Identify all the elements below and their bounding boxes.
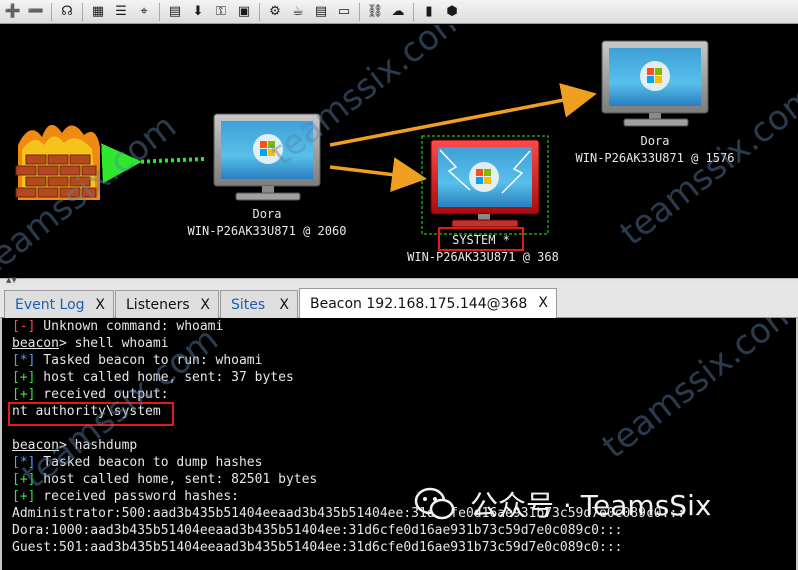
graph-view-icon[interactable]: ▦ <box>88 2 108 22</box>
tab-sites[interactable]: Sites X <box>220 290 298 318</box>
toolbar-separator <box>82 2 83 21</box>
download-icon[interactable]: ⬇ <box>188 2 208 22</box>
node-1576-detail: WIN-P26AK33U871 @ 1576 <box>575 151 735 165</box>
tab-beacon[interactable]: Beacon 192.168.175.144@368 X <box>299 288 557 319</box>
tab-event-log[interactable]: Event Log X <box>4 290 114 318</box>
tab-listeners[interactable]: Listeners X <box>115 290 219 318</box>
target-icon[interactable]: ⌖ <box>134 2 154 22</box>
headphones-icon[interactable]: ☊ <box>57 2 77 22</box>
toolbar: ➕ ➖ ☊ ▦ ☰ ⌖ ▤ ⬇ ⚿ ▣ ⚙ ☕ ▤ ▭ ⛓ ☁ ▮ ⬢ <box>0 0 798 24</box>
console-line: [*] Tasked beacon to dump hashes <box>12 455 263 470</box>
toolbar-separator <box>413 2 414 21</box>
terminal-icon[interactable]: ▭ <box>334 2 354 22</box>
id-card-icon[interactable]: ▤ <box>165 2 185 22</box>
tab-close-icon[interactable]: X <box>95 297 105 313</box>
pivot-graph: Dora WIN-P26AK33U871 @ 2060 Dora WIN-P26… <box>0 25 798 278</box>
toolbar-separator <box>359 2 360 21</box>
link-icon[interactable]: ⛓ <box>365 2 385 22</box>
node-2060-name: Dora <box>252 207 282 221</box>
tab-close-icon[interactable]: X <box>538 295 548 311</box>
list-view-icon[interactable]: ☰ <box>111 2 131 22</box>
node-2060-detail: WIN-P26AK33U871 @ 2060 <box>187 224 347 238</box>
cube-icon[interactable]: ⬢ <box>442 2 462 22</box>
wechat-icon <box>414 487 455 520</box>
node-368-detail: WIN-P26AK33U871 @ 368 <box>407 250 559 264</box>
plus-icon[interactable]: ➕ <box>3 2 23 22</box>
console-line: beacon> hashdump <box>12 438 138 453</box>
console-line: [+] host called home, sent: 82501 bytes <box>12 472 318 487</box>
tab-close-icon[interactable]: X <box>200 297 210 313</box>
toolbar-separator <box>159 2 160 21</box>
node-368-name: SYSTEM * <box>452 233 510 247</box>
watermark-text: teamssix.com <box>594 318 798 467</box>
console-line: beacon> shell whoami <box>12 336 169 351</box>
notebook-icon[interactable]: ▮ <box>419 2 439 22</box>
tab-close-icon[interactable]: X <box>279 297 289 313</box>
toolbar-separator <box>51 2 52 21</box>
firewall-link <box>101 143 205 184</box>
beacon-node-2060[interactable] <box>213 113 321 201</box>
key-icon[interactable]: ⚿ <box>211 2 231 22</box>
minus-icon[interactable]: ➖ <box>26 2 46 22</box>
wechat-account-watermark: 公众号 · TeamsSix <box>414 480 711 528</box>
console-line: [+] host called home, sent: 37 bytes <box>12 370 294 385</box>
beacon-node-368[interactable] <box>430 139 540 228</box>
tab-label: Listeners <box>126 296 190 313</box>
tab-bar: Event Log X Listeners X Sites X Beacon 1… <box>0 286 798 319</box>
notes-icon[interactable]: ▤ <box>311 2 331 22</box>
beacon-console[interactable]: [-] Unknown command: whoami beacon> shel… <box>0 318 798 570</box>
pivot-arrow <box>329 157 427 192</box>
toolbar-separator <box>259 2 260 21</box>
console-line: [+] received password hashes: <box>12 489 239 504</box>
output-highlight-box <box>8 402 174 426</box>
coffee-icon[interactable]: ☕ <box>288 2 308 22</box>
wechat-account-name: 公众号 · TeamsSix <box>470 489 712 522</box>
console-line: [+] received output: <box>12 387 169 402</box>
pivot-arrow <box>329 83 597 147</box>
beacon-node-1576[interactable] <box>601 40 709 127</box>
console-line: [*] Tasked beacon to run: whoami <box>12 353 263 368</box>
tab-label: Event Log <box>15 296 85 313</box>
firewall-icon[interactable] <box>15 124 100 200</box>
gear-icon[interactable]: ⚙ <box>265 2 285 22</box>
pane-splitter[interactable]: ▲▼ <box>0 276 798 286</box>
console-line: [-] Unknown command: whoami <box>12 319 224 334</box>
console-line: Guest:501:aad3b435b51404eeaad3b435b51404… <box>12 540 623 555</box>
tab-label: Beacon 192.168.175.144@368 <box>310 296 528 312</box>
image-icon[interactable]: ▣ <box>234 2 254 22</box>
cloud-icon[interactable]: ☁ <box>388 2 408 22</box>
node-1576-name: Dora <box>640 134 670 148</box>
tab-label: Sites <box>231 296 266 313</box>
splitter-arrows-icon[interactable]: ▲▼ <box>6 276 17 284</box>
